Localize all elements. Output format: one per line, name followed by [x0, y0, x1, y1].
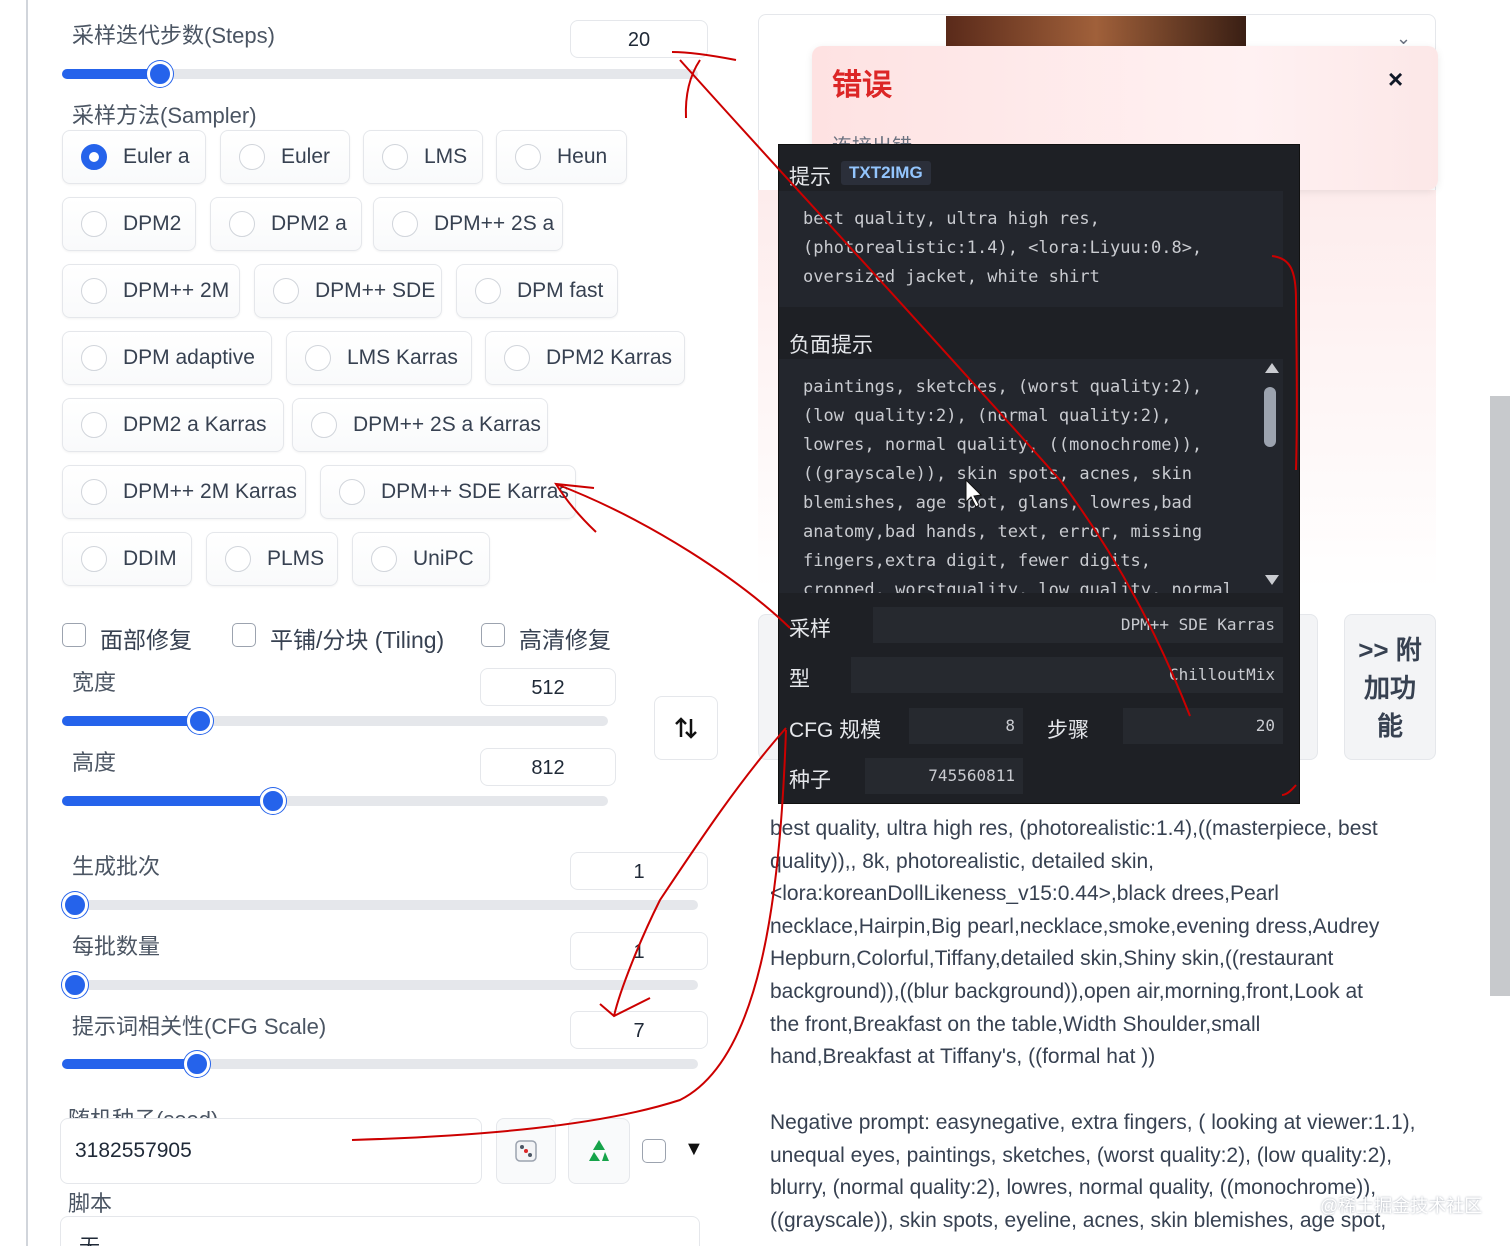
annotation-stroke [351, 729, 787, 1141]
annotation-stroke [1281, 784, 1297, 796]
annotation-stroke [554, 482, 791, 629]
annotation-cursor [965, 478, 983, 508]
annotation-stroke [679, 59, 1191, 717]
annotation-stroke [1271, 255, 1298, 471]
annotation-overlay [351, 51, 1298, 1141]
